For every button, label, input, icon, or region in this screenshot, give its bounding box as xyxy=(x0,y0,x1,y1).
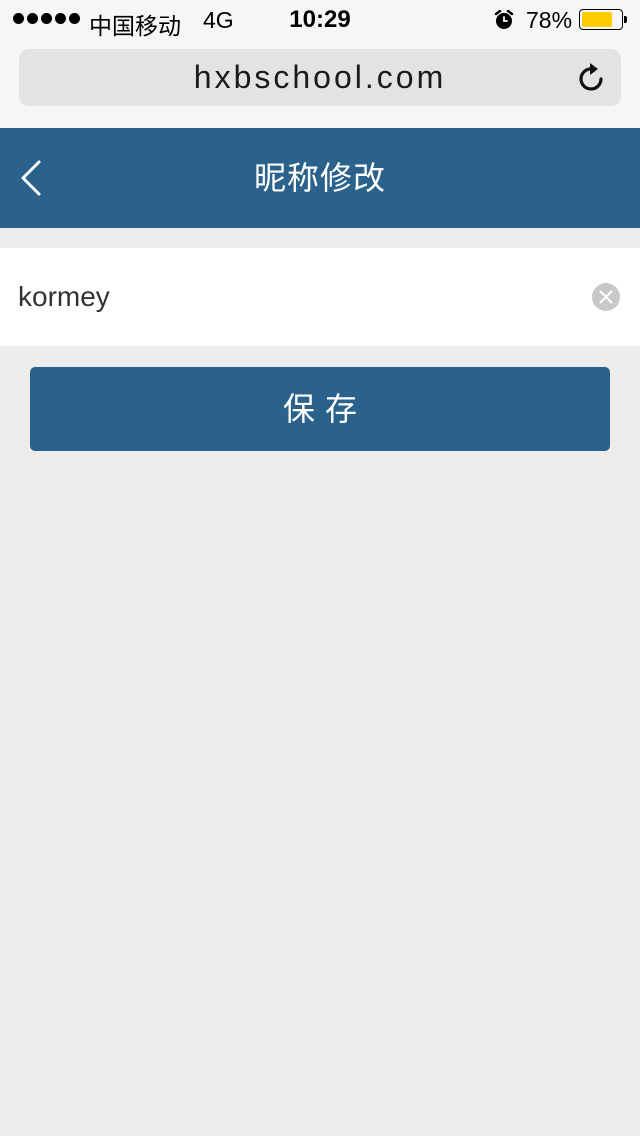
browser-toolbar: hxbschool.com xyxy=(0,40,640,128)
save-button[interactable]: 保存 xyxy=(30,367,610,451)
reload-icon[interactable] xyxy=(577,62,607,94)
battery-icon xyxy=(579,9,627,30)
nickname-row xyxy=(0,248,640,346)
url-text[interactable]: hxbschool.com xyxy=(19,49,621,106)
page-title: 昵称修改 xyxy=(253,160,386,196)
nickname-input[interactable] xyxy=(18,248,578,346)
battery-percent: 78% xyxy=(526,7,573,33)
page-header: 昵称修改 xyxy=(0,128,640,228)
alarm-clock-icon xyxy=(494,9,514,29)
address-bar[interactable]: hxbschool.com xyxy=(19,49,621,106)
status-bar: 中国移动 4G 10:29 78% xyxy=(0,0,640,40)
clear-circle-icon[interactable] xyxy=(592,283,620,311)
